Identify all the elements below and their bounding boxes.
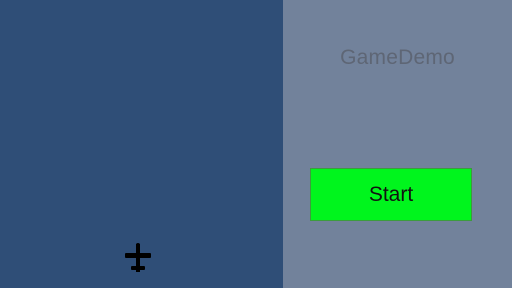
- start-button[interactable]: Start: [310, 168, 472, 221]
- side-panel: GameDemo Start: [283, 0, 512, 288]
- game-screen: GameDemo Start: [0, 0, 512, 288]
- airplane-icon: [125, 243, 151, 272]
- play-area: [0, 0, 283, 288]
- game-title: GameDemo: [340, 46, 455, 69]
